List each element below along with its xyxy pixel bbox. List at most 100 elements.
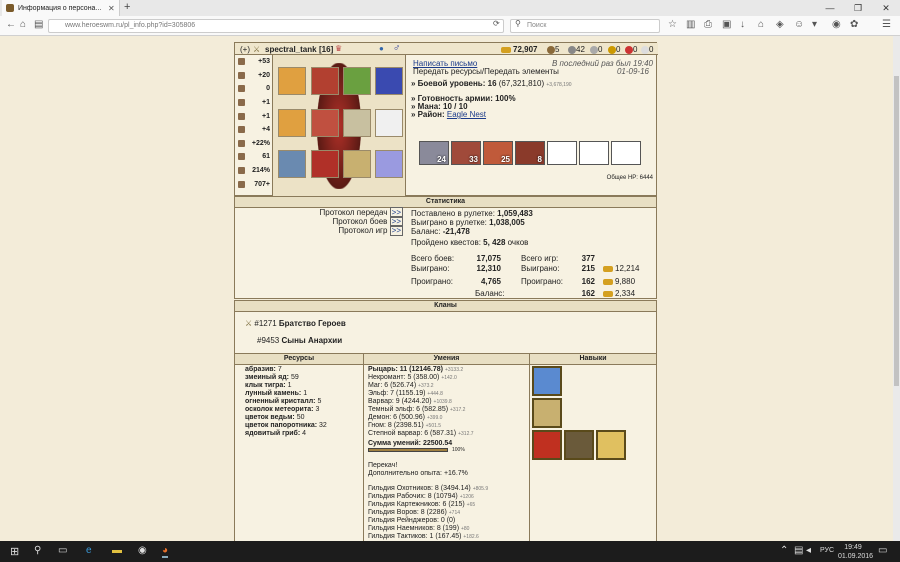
combat-exp-next: +3,678,190 bbox=[546, 82, 572, 88]
ability-text: Гильдия Рейнджеров: 0 (0) bbox=[368, 517, 456, 524]
wood-icon bbox=[547, 45, 555, 54]
protocol-games-link[interactable]: >> bbox=[389, 225, 403, 236]
window-controls: — ❐ ✕ bbox=[816, 0, 900, 16]
equip-slot-helmet[interactable] bbox=[311, 67, 339, 95]
restore-icon[interactable]: ❐ bbox=[844, 0, 872, 16]
statistics-header: Статистика bbox=[235, 197, 656, 208]
roulette-balance-value: -21,478 bbox=[442, 227, 470, 236]
library-icon[interactable]: ▥ bbox=[686, 19, 695, 30]
clan-row-2[interactable]: #9453 Сыны Анархии bbox=[257, 336, 342, 345]
knowledge-icon bbox=[238, 99, 245, 107]
army-slot[interactable] bbox=[579, 141, 609, 165]
ability-text: Эльф: 7 (1155.19) bbox=[368, 390, 426, 397]
ability-row: Гильдия Охотников: 8 (3494.14) +805.9 bbox=[368, 485, 488, 493]
army-slot[interactable]: 8 bbox=[515, 141, 545, 165]
army-slot[interactable]: 25 bbox=[483, 141, 513, 165]
equip-slot-ring2[interactable] bbox=[375, 150, 403, 178]
skill-slot-2[interactable] bbox=[532, 398, 562, 428]
resource-row: осколок метеорита: 3 bbox=[245, 406, 327, 414]
tab-bar: Информация о персона... ✕ + — ❐ ✕ bbox=[0, 0, 900, 16]
edge-icon[interactable]: e bbox=[86, 545, 92, 556]
download-icon[interactable]: ↓ bbox=[740, 19, 745, 30]
equip-slot-armor[interactable] bbox=[311, 109, 339, 137]
army-slot[interactable] bbox=[547, 141, 577, 165]
pocket-icon[interactable]: ◈ bbox=[776, 19, 784, 30]
notifications-icon[interactable]: ▭ bbox=[878, 545, 887, 556]
scrollbar-thumb[interactable] bbox=[894, 76, 899, 386]
explorer-icon[interactable]: ▬ bbox=[112, 545, 122, 556]
dropdown-icon[interactable]: ▾ bbox=[812, 19, 817, 30]
resource-name: цветок папоротника: bbox=[245, 422, 318, 429]
games-balance-label: Баланс: bbox=[475, 289, 505, 298]
close-tab-icon[interactable]: ✕ bbox=[108, 4, 115, 13]
menu-icon[interactable]: ☰ bbox=[882, 19, 891, 30]
ability-text: Гильдия Охотников: 8 (3494.14) bbox=[368, 485, 471, 492]
network-icon[interactable]: ▤ bbox=[794, 545, 803, 556]
tray-arrow-icon[interactable]: ⌃ bbox=[780, 545, 788, 556]
windows-start-icon[interactable]: ⊞ bbox=[10, 545, 19, 558]
home-button-icon[interactable]: ⌂ bbox=[758, 19, 764, 30]
clock[interactable]: 19:49 01.09.2016 bbox=[838, 543, 873, 561]
browser-tab[interactable]: Информация о персона... ✕ bbox=[2, 0, 120, 16]
ability-row: Степной варвар: 6 (587.31) +312.7 bbox=[368, 430, 474, 438]
army-slot[interactable]: 24 bbox=[419, 141, 449, 165]
equip-slot-spear[interactable] bbox=[343, 150, 371, 178]
equip-slot-sword[interactable] bbox=[278, 150, 306, 178]
ability-row: Гильдия Рабочих: 8 (10794) +1206 bbox=[368, 493, 488, 501]
equip-slot-empty[interactable] bbox=[375, 109, 403, 137]
games-balance-value: 162 bbox=[581, 289, 595, 298]
district-link[interactable]: Eagle Nest bbox=[447, 110, 486, 119]
equip-slot-ring[interactable] bbox=[278, 109, 306, 137]
page-scrollbar[interactable] bbox=[893, 36, 900, 541]
sync-icon[interactable]: ☺ bbox=[794, 19, 804, 30]
quests-row: Пройдено квестов: 5, 428 очков bbox=[411, 238, 528, 247]
resource-count: 32 bbox=[319, 422, 327, 429]
skill-slot-1[interactable] bbox=[532, 366, 562, 396]
army-slot[interactable] bbox=[611, 141, 641, 165]
player-prefix[interactable]: (+) bbox=[240, 45, 250, 54]
equip-slot-necklace[interactable] bbox=[343, 67, 371, 95]
tab-title: Информация о персона... bbox=[18, 4, 102, 12]
skills-header: Навыки bbox=[530, 354, 656, 365]
new-tab-button[interactable]: + bbox=[124, 1, 130, 13]
close-window-icon[interactable]: ✕ bbox=[872, 0, 900, 16]
equip-slot-boots[interactable] bbox=[311, 150, 339, 178]
addon-icon[interactable]: ◉ bbox=[832, 19, 841, 30]
army-slot[interactable]: 33 bbox=[451, 141, 481, 165]
print-icon[interactable]: ⎙ bbox=[704, 19, 712, 30]
resource-name: осколок метеорита: bbox=[245, 406, 314, 413]
reload-icon[interactable]: ⟳ bbox=[493, 19, 500, 28]
url-bar[interactable]: www.heroeswm.ru/pl_info.php?id=305806 bbox=[48, 19, 504, 33]
minimize-icon[interactable]: — bbox=[816, 0, 844, 16]
ability-text: Гильдия Наемников: 8 (199) bbox=[368, 525, 460, 532]
app-icon[interactable]: ◉ bbox=[138, 545, 147, 556]
firefox-icon[interactable]: ◕ bbox=[162, 545, 169, 558]
home-icon[interactable]: ⌂ bbox=[20, 19, 26, 30]
reader-icon[interactable]: ▤ bbox=[34, 19, 43, 30]
equip-slot-weapon[interactable] bbox=[343, 109, 371, 137]
unit-count: 8 bbox=[537, 155, 542, 164]
search-input[interactable]: Поиск bbox=[510, 19, 660, 33]
abilities-progress-bar bbox=[368, 448, 448, 452]
clan-row-1[interactable]: ⚔ #1271 Братство Героев bbox=[245, 319, 346, 328]
transfer-link[interactable]: Передать ресурсы/Передать элементы bbox=[413, 67, 559, 76]
skill-slot-5[interactable] bbox=[596, 430, 626, 460]
bookmark-star-icon[interactable]: ☆ bbox=[668, 19, 677, 30]
skill-slot-3[interactable] bbox=[532, 430, 562, 460]
volume-icon[interactable]: ◂ bbox=[806, 545, 811, 556]
clan-id: #1271 bbox=[254, 319, 277, 328]
stat-value: 61 bbox=[262, 153, 270, 161]
stat-value: +1 bbox=[262, 112, 270, 120]
addon2-icon[interactable]: ✿ bbox=[850, 19, 858, 30]
games-lost-gold-value: 9,880 bbox=[615, 277, 636, 286]
skill-slot-4[interactable] bbox=[564, 430, 594, 460]
task-view-icon[interactable]: ▭ bbox=[58, 545, 67, 556]
back-icon[interactable]: ← bbox=[6, 19, 16, 30]
language-indicator[interactable]: РУС bbox=[820, 547, 834, 554]
equip-slot-book[interactable] bbox=[375, 67, 403, 95]
equip-slot-amulet[interactable] bbox=[278, 67, 306, 95]
search-taskbar-icon[interactable]: ⚲ bbox=[34, 545, 41, 556]
gold-icon bbox=[238, 180, 245, 188]
screenshot-icon[interactable]: ▣ bbox=[722, 19, 731, 30]
site-favicon bbox=[6, 4, 14, 12]
